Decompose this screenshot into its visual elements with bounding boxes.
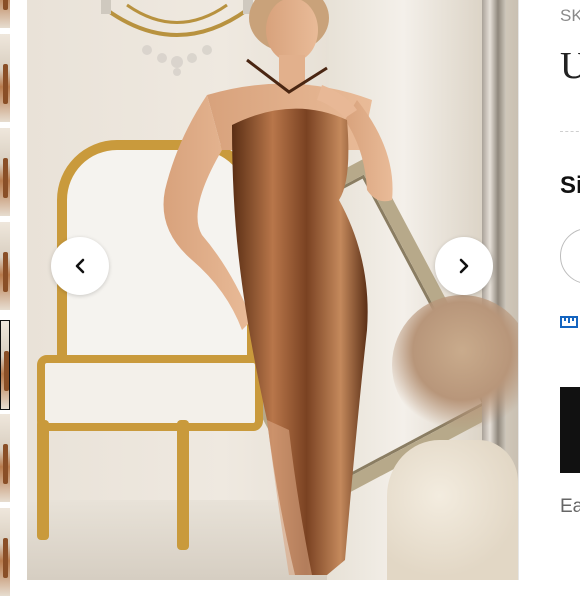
- product-sku: SK: [560, 6, 580, 25]
- previous-image-button[interactable]: [51, 237, 109, 295]
- product-main-image: [27, 0, 518, 580]
- thumbnail-image[interactable]: [0, 128, 10, 216]
- thumbnail-image[interactable]: [0, 34, 10, 122]
- thumbnail-image[interactable]: [0, 222, 10, 310]
- dashed-divider: [560, 131, 580, 132]
- next-image-button[interactable]: [435, 237, 493, 295]
- thumbnail-image-active[interactable]: [0, 320, 10, 410]
- product-title: U: [560, 45, 580, 87]
- chevron-left-icon: [75, 258, 85, 274]
- ruler-icon[interactable]: [560, 312, 578, 330]
- thumbnail-image[interactable]: [0, 0, 10, 28]
- panel-divider: [518, 0, 519, 580]
- add-to-cart-button[interactable]: [560, 387, 580, 473]
- footer-note: Ea: [560, 496, 580, 517]
- size-label: Si: [560, 172, 580, 199]
- thumbnail-image[interactable]: [0, 414, 10, 502]
- thumbnail-strip: [0, 0, 12, 596]
- chevron-right-icon: [459, 258, 469, 274]
- thumbnail-image[interactable]: [0, 508, 10, 596]
- size-option-button[interactable]: [560, 228, 580, 284]
- model-in-metallic-dress: [163, 0, 393, 576]
- product-details-panel: SK U Si Ea: [518, 0, 580, 580]
